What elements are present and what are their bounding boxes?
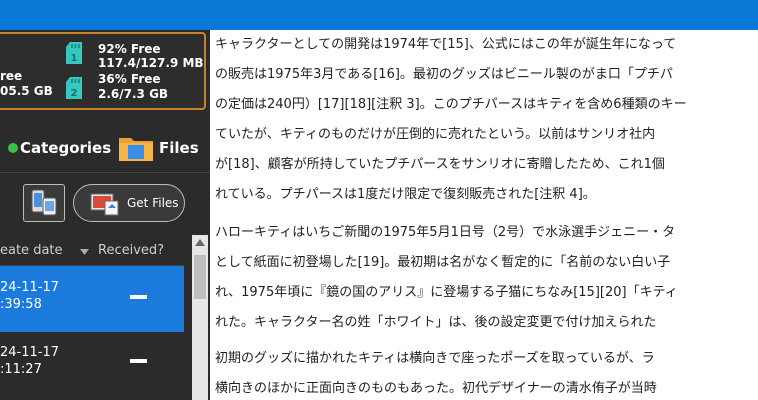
received-status-dash xyxy=(130,295,147,299)
sd1-index: 1 xyxy=(71,53,78,64)
paragraph-line: キャラクターとしての開発は1974年で[15]、公式にはこの年が誕生年になって xyxy=(215,37,677,52)
divider xyxy=(0,172,210,173)
categories-icon xyxy=(8,143,18,153)
article-content: キャラクターとしての開発は1974年で[15]、公式にはこの年が誕生年になって … xyxy=(210,30,758,400)
paragraph-line: れ、1975年頃に『鏡の国のアリス』に登場する子猫にちなみ[15][20]「キテ… xyxy=(215,285,678,300)
column-received[interactable]: Received? xyxy=(98,243,164,258)
tab-categories[interactable]: Categories xyxy=(0,130,111,166)
paragraph-line: 初期のグッズに描かれたキティは横向きで座ったポーズを取っているが、ラ xyxy=(215,351,655,366)
storage-left-size: 05.5 GB xyxy=(0,84,53,98)
phone-transfer-icon xyxy=(31,189,57,216)
paragraph-line: れた。キャラクター名の姓「ホワイト」は、後の設定変更で付け加えられた xyxy=(215,315,657,330)
sd-card-icon: 2 xyxy=(66,77,82,99)
storage-panel: ree 05.5 GB 1 92% Free 117.4/127.9 MB 2 … xyxy=(0,32,206,110)
scroll-up-icon[interactable] xyxy=(195,239,205,246)
sd1-free-percent: 92% Free xyxy=(98,42,161,56)
table-header: eate date Received? xyxy=(0,237,184,266)
storage-left-free: ree xyxy=(0,69,23,83)
table-scrollbar[interactable] xyxy=(192,235,208,400)
folder-icon xyxy=(119,138,153,161)
get-files-label: Get Files xyxy=(127,196,179,210)
table-row[interactable]: 24-11-17 :39:58 xyxy=(0,266,184,332)
received-status-dash xyxy=(130,359,147,363)
row-date: 24-11-17 xyxy=(0,280,60,295)
tab-files-label: Files xyxy=(159,139,199,157)
paragraph-line: が[18]、顧客が所持していたプチパースをサンリオに寄贈したため、これ1個 xyxy=(215,157,665,172)
sd2-size: 2.6/7.3 GB xyxy=(98,87,169,101)
sd2-index: 2 xyxy=(71,88,78,99)
column-create-date[interactable]: eate date xyxy=(0,243,63,258)
paragraph-line: れている。プチパースは1度だけ限定で復刻販売された[注釈 4]。 xyxy=(215,187,596,202)
paragraph-line: として紙面に初登場した[19]。最初期は名がなく暫定的に「名前のない白い子 xyxy=(215,255,671,270)
sd1-size: 117.4/127.9 MB xyxy=(98,56,204,70)
paragraph-line: ていたが、キティのものだけが圧倒的に売れたという。以前はサンリオ社内 xyxy=(215,127,656,142)
paragraph: キャラクターとしての開発は1974年で[15]、公式にはこの年が誕生年になって … xyxy=(215,30,758,210)
scroll-thumb[interactable] xyxy=(194,255,206,299)
paragraph: ハローキティはいちご新聞の1975年5月1日号（2号）で水泳選手ジェニー・タ と… xyxy=(215,218,758,338)
row-time: :11:27 xyxy=(0,362,42,377)
sd2-free-percent: 36% Free xyxy=(98,72,161,86)
tab-files[interactable]: Files xyxy=(116,130,210,166)
toolbar: Get Files xyxy=(0,180,210,236)
paragraph: 初期のグッズに描かれたキティは横向きで座ったポーズを取っているが、ラ 横向きのほ… xyxy=(215,344,758,400)
row-date: 24-11-17 xyxy=(0,345,60,360)
table-row[interactable]: 24-11-17 :11:27 xyxy=(0,334,184,400)
get-files-icon xyxy=(90,193,119,216)
row-time: :39:58 xyxy=(0,297,42,312)
tab-categories-label: Categories xyxy=(20,139,112,157)
paragraph-line: 横向きのほかに正面向きのものもあった。初代デザイナーの清水侑子が当時 xyxy=(215,381,657,396)
title-bar xyxy=(0,0,758,30)
paragraph-line: の販売は1975年3月である[16]。最初のグッズはビニール製のがま口「プチパ xyxy=(215,67,673,82)
get-files-button[interactable]: Get Files xyxy=(73,184,185,222)
sort-arrow-icon[interactable] xyxy=(80,249,89,255)
transfer-button[interactable] xyxy=(23,184,65,222)
paragraph-line: の定価は240円）[17][18][注釈 3]。このプチパースはキティを含め6種… xyxy=(215,97,687,112)
paragraph-line: ハローキティはいちご新聞の1975年5月1日号（2号）で水泳選手ジェニー・タ xyxy=(215,225,676,240)
sd-card-icon: 1 xyxy=(66,42,82,64)
